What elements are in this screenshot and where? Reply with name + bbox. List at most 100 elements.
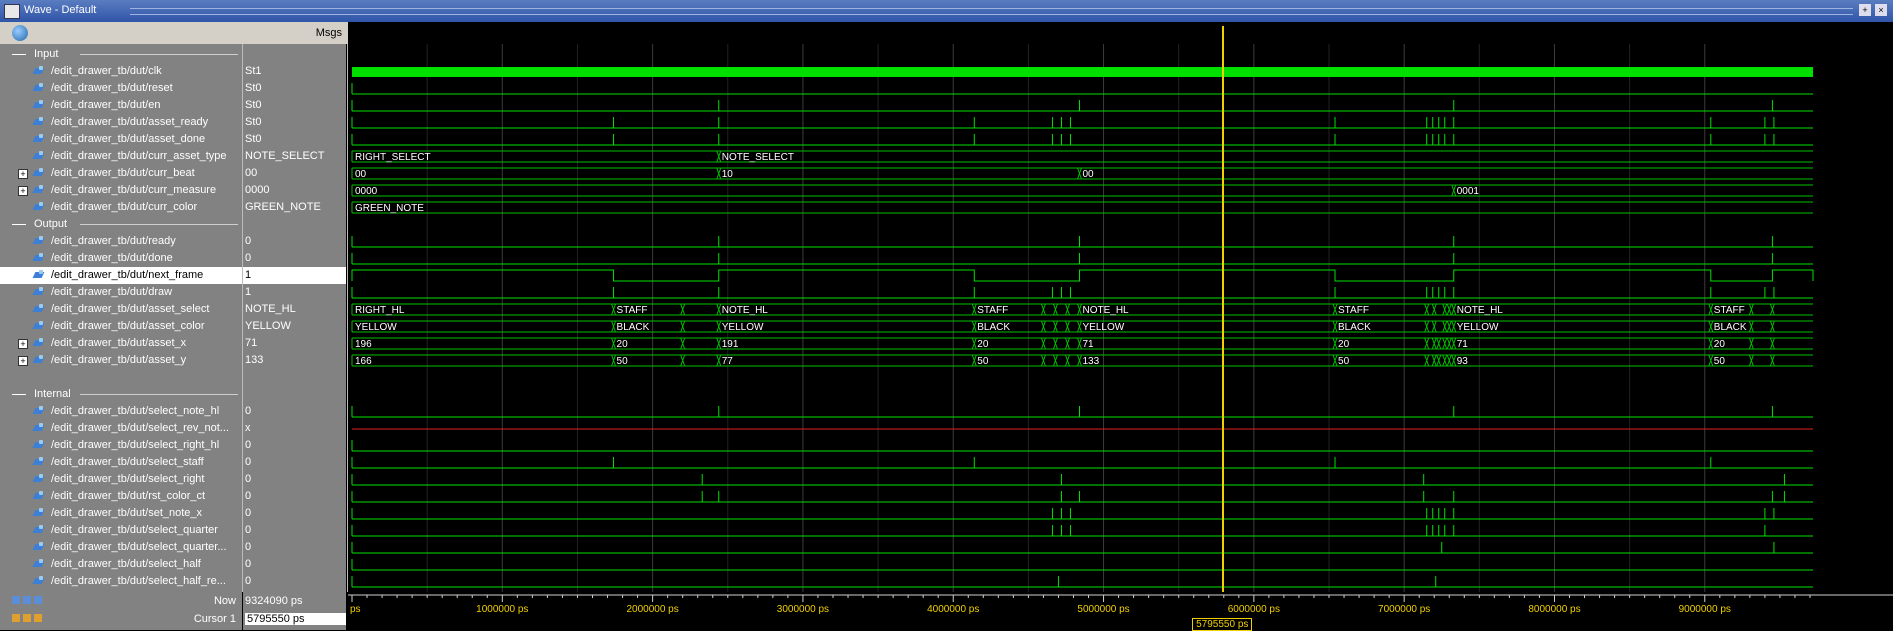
signal-row[interactable]: /edit_drawer_tb/dut/asset_select [0, 301, 242, 318]
signal-value-cell[interactable]: 0 [243, 233, 346, 250]
bus-transition [1446, 320, 1452, 333]
signal-row[interactable]: /edit_drawer_tb/dut/select_half_re... [0, 573, 242, 590]
signal-row[interactable]: /edit_drawer_tb/dut/select_note_hl [0, 403, 242, 420]
expand-icon[interactable]: + [18, 339, 28, 349]
cursor-time-badge[interactable]: 5795550 ps [1192, 618, 1253, 631]
signal-row[interactable]: /edit_drawer_tb/dut/rst_color_ct [0, 488, 242, 505]
signal-name: /edit_drawer_tb/dut/curr_measure [51, 184, 217, 196]
titlebar-drag-grip[interactable] [130, 8, 1853, 15]
waveform-canvas[interactable]: RIGHT_SELECT NOTE_SELECT00 10 000000 0001GRE… [348, 44, 1893, 592]
cursor-toolbar-icons[interactable] [12, 595, 52, 605]
signal-row[interactable]: + /edit_drawer_tb/dut/asset_y [0, 352, 242, 369]
bus-value-label: 191 [722, 339, 739, 350]
signal-row[interactable]: /edit_drawer_tb/dut/asset_color [0, 318, 242, 335]
cursor-value[interactable]: 5795550 ps [245, 613, 346, 625]
undock-button[interactable]: + [1859, 4, 1871, 16]
expand-icon[interactable]: + [18, 186, 28, 196]
signal-value-cell[interactable]: NOTE_SELECT [243, 148, 346, 165]
signal-value-cell[interactable]: 0 [243, 488, 346, 505]
signal-value-cell[interactable]: 0 [243, 573, 346, 590]
signal-row[interactable]: /edit_drawer_tb/dut/select_quarter... [0, 539, 242, 556]
signal-value-cell[interactable]: NOTE_HL [243, 301, 346, 318]
pane-divider[interactable] [242, 44, 243, 630]
signal-row[interactable]: /edit_drawer_tb/dut/clk [0, 63, 242, 80]
signal-row[interactable]: /edit_drawer_tb/dut/draw [0, 284, 242, 301]
signal-row[interactable]: /edit_drawer_tb/dut/next_frame [0, 267, 242, 284]
group-line [12, 224, 26, 225]
signal-name-pane: Input Output Internal/edit_drawer_tb/dut/c… [0, 44, 242, 604]
bus-transition [1332, 354, 1338, 367]
signal-value-cell[interactable]: 0000 [243, 182, 346, 199]
bus-transition [1424, 320, 1430, 333]
group-label: Internal [34, 388, 71, 400]
clock-waveform[interactable] [352, 67, 1813, 77]
signal-name: /edit_drawer_tb/dut/curr_beat [51, 167, 195, 179]
signal-row[interactable]: /edit_drawer_tb/dut/done [0, 250, 242, 267]
signal-row[interactable]: + /edit_drawer_tb/dut/asset_x [0, 335, 242, 352]
signal-value-cell[interactable]: 1 [243, 284, 346, 301]
signal-row[interactable]: /edit_drawer_tb/dut/select_right [0, 471, 242, 488]
bus-transition [1052, 320, 1058, 333]
timeline-ruler[interactable]: ps 1000000 ps 2000000 ps 3000000 ps 4000000 … [348, 592, 1893, 630]
signal-value-cell[interactable]: 0 [243, 403, 346, 420]
cursor-line[interactable] [1222, 26, 1225, 592]
signal-row[interactable]: /edit_drawer_tb/dut/select_rev_not... [0, 420, 242, 437]
signal-value-cell[interactable]: St0 [243, 114, 346, 131]
signal-value-cell[interactable]: 0 [243, 522, 346, 539]
signal-row[interactable]: /edit_drawer_tb/dut/select_right_hl [0, 437, 242, 454]
signal-value-cell[interactable]: YELLOW [243, 318, 346, 335]
group-divider[interactable]: Output [0, 216, 242, 233]
bus-value-label: YELLOW [355, 322, 397, 333]
signal-value-cell[interactable]: 00 [243, 165, 346, 182]
signal-value-cell[interactable]: x [243, 420, 346, 437]
signal-row[interactable]: /edit_drawer_tb/dut/ready [0, 233, 242, 250]
signal-row[interactable]: /edit_drawer_tb/dut/curr_color [0, 199, 242, 216]
signal-row[interactable]: /edit_drawer_tb/dut/asset_done [0, 131, 242, 148]
signal-row[interactable]: /edit_drawer_tb/dut/en [0, 97, 242, 114]
signal-row[interactable]: /edit_drawer_tb/dut/select_staff [0, 454, 242, 471]
signal-value-cell[interactable]: 0 [243, 556, 346, 573]
expand-icon[interactable]: + [18, 356, 28, 366]
globe-dropdown-icon[interactable] [12, 25, 28, 41]
signal-icon [33, 440, 45, 451]
signal-value-cell[interactable]: St1 [243, 63, 346, 80]
signal-value-cell[interactable]: St0 [243, 97, 346, 114]
signal-value-cell[interactable]: 133 [243, 352, 346, 369]
bus-transition [1077, 354, 1082, 367]
signal-row[interactable]: /edit_drawer_tb/dut/curr_asset_type [0, 148, 242, 165]
group-divider[interactable]: Input [0, 46, 242, 63]
signal-name: /edit_drawer_tb/dut/asset_y [51, 354, 187, 366]
signal-value-cell[interactable]: 0 [243, 454, 346, 471]
signal-row[interactable]: /edit_drawer_tb/dut/reset [0, 80, 242, 97]
signal-value-cell[interactable]: 0 [243, 539, 346, 556]
step-waveform[interactable] [351, 269, 1814, 282]
signal-value-cell[interactable]: 0 [243, 437, 346, 454]
signal-row[interactable]: /edit_drawer_tb/dut/asset_ready [0, 114, 242, 131]
signal-row[interactable]: + /edit_drawer_tb/dut/curr_beat [0, 165, 242, 182]
signal-value-cell[interactable]: St0 [243, 80, 346, 97]
signal-value-cell[interactable]: 0 [243, 471, 346, 488]
signal-value-cell[interactable]: 0 [243, 250, 346, 267]
cursor-label[interactable]: Cursor 1 [194, 613, 236, 625]
signal-row[interactable]: /edit_drawer_tb/dut/select_quarter [0, 522, 242, 539]
signal-value: 0 [245, 473, 252, 485]
group-divider[interactable]: Internal [0, 386, 242, 403]
signal-row[interactable]: + /edit_drawer_tb/dut/curr_measure [0, 182, 242, 199]
signal-value: St1 [245, 65, 262, 77]
cursor-lock-icons[interactable] [12, 613, 52, 623]
close-window-button[interactable]: × [1875, 4, 1887, 16]
signal-value-cell[interactable]: 1 [243, 267, 346, 284]
signal-row[interactable]: /edit_drawer_tb/dut/select_half [0, 556, 242, 573]
signal-value-cell[interactable]: GREEN_NOTE [243, 199, 346, 216]
group-label: Input [34, 48, 59, 60]
signal-value-cell[interactable]: 0 [243, 505, 346, 522]
signal-value-cell[interactable]: 71 [243, 335, 346, 352]
time-bar: Now Cursor 1 9324090 ps 5795550 ps ps 100… [0, 592, 1893, 631]
expand-icon[interactable]: + [18, 169, 28, 179]
signal-row[interactable]: /edit_drawer_tb/dut/set_note_x [0, 505, 242, 522]
signal-value: 0 [245, 235, 252, 247]
signal-icon [33, 134, 45, 145]
waveform-pane[interactable]: RIGHT_SELECT NOTE_SELECT 00 10 00 0000 0001 GRE… [348, 44, 1893, 592]
signal-value-cell[interactable]: St0 [243, 131, 346, 148]
ruler-tick-label: 4000000 ps [927, 604, 979, 615]
